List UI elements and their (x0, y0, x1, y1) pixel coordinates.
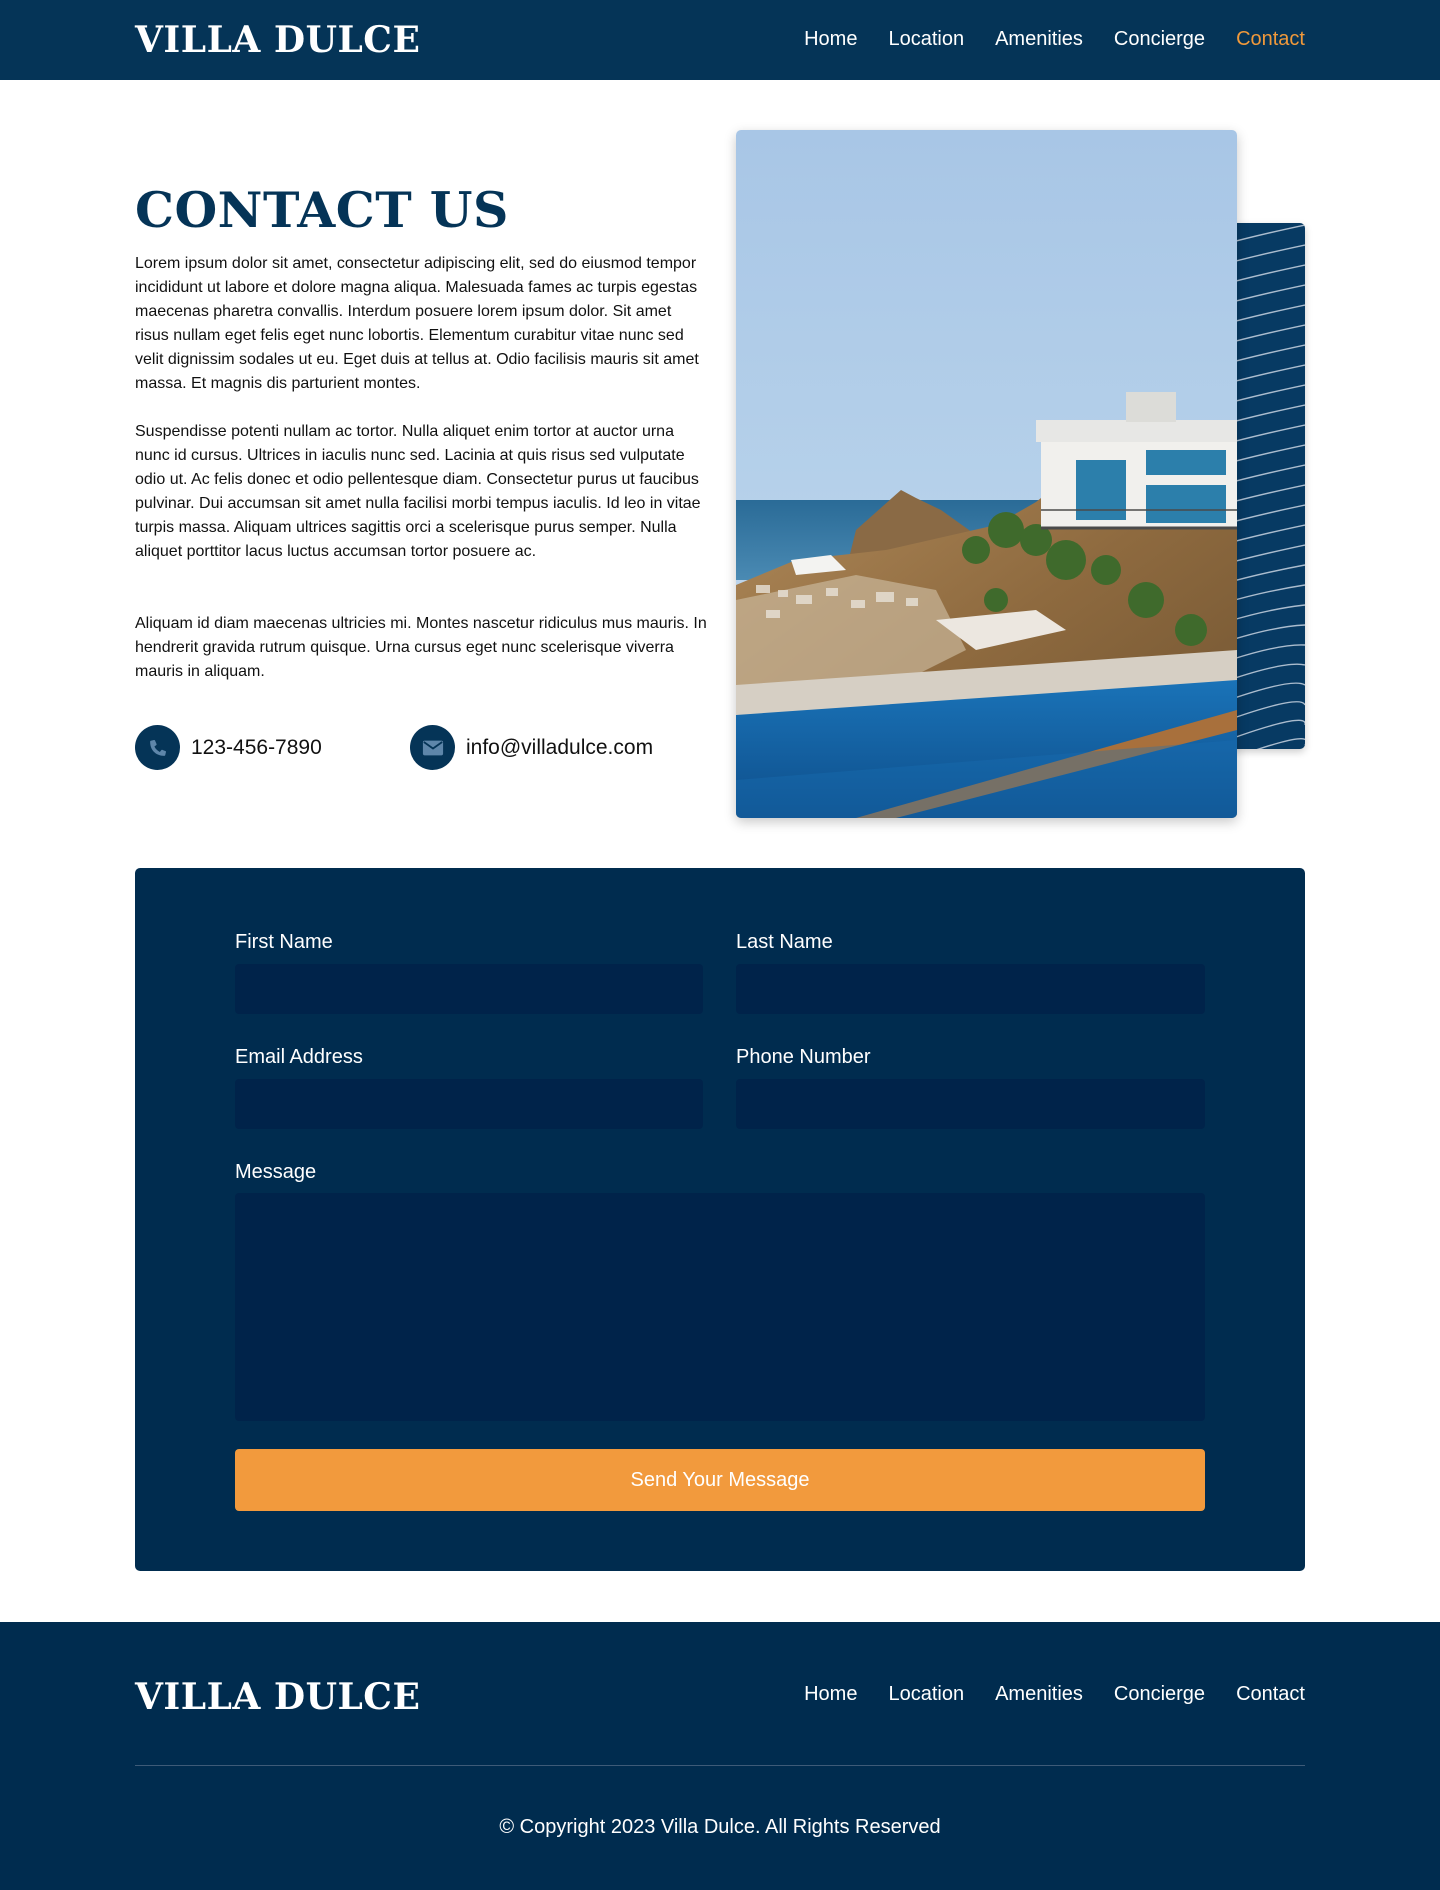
footer-link-amenities[interactable]: Amenities (995, 1682, 1083, 1706)
phone-number: 123-456-7890 (191, 735, 322, 759)
send-message-button[interactable]: Send Your Message (235, 1449, 1205, 1511)
phone-label: Phone Number (736, 1046, 871, 1068)
intro-paragraph-1: Lorem ipsum dolor sit amet, consectetur … (135, 255, 699, 392)
message-textarea[interactable] (235, 1193, 1205, 1421)
intro-paragraph-3: Aliquam id diam maecenas ultricies mi. M… (135, 615, 707, 680)
email-address: info@villadulce.com (466, 735, 654, 759)
footer-link-concierge[interactable]: Concierge (1114, 1682, 1205, 1706)
footer-link-contact[interactable]: Contact (1236, 1682, 1305, 1706)
phone-icon (135, 725, 180, 770)
phone-input[interactable] (736, 1079, 1205, 1129)
site-header: VILLA DULCE Home Location Amenities Conc… (0, 0, 1440, 80)
intro-paragraph-2: Suspendisse potenti nullam ac tortor. Nu… (135, 423, 701, 560)
first-name-label: First Name (235, 931, 333, 953)
phone-contact[interactable]: 123-456-7890 (135, 725, 322, 770)
last-name-input[interactable] (736, 964, 1205, 1014)
contact-form: First Name Last Name Email Address Phone… (135, 868, 1305, 1571)
message-label: Message (235, 1161, 317, 1183)
main-nav: Home Location Amenities Concierge Contac… (804, 27, 1305, 51)
nav-link-home[interactable]: Home (804, 27, 857, 51)
nav-link-contact[interactable]: Contact (1236, 27, 1305, 51)
email-input[interactable] (235, 1079, 703, 1129)
nav-link-location[interactable]: Location (888, 27, 964, 51)
site-footer: VILLA DULCE Home Location Amenities Conc… (0, 1622, 1440, 1890)
email-label: Email Address (235, 1046, 363, 1068)
footer-link-location[interactable]: Location (888, 1682, 964, 1706)
envelope-icon (410, 725, 455, 770)
copyright-text: © Copyright 2023 Villa Dulce. All Rights… (499, 1816, 941, 1838)
first-name-input[interactable] (235, 964, 703, 1014)
footer-logo[interactable]: VILLA DULCE (135, 1679, 420, 1715)
page-title: CONTACT US (135, 181, 509, 239)
email-contact[interactable]: info@villadulce.com (410, 725, 653, 770)
site-logo[interactable]: VILLA DULCE (135, 22, 420, 58)
footer-link-home[interactable]: Home (804, 1682, 857, 1706)
nav-link-amenities[interactable]: Amenities (995, 27, 1083, 51)
last-name-label: Last Name (736, 931, 833, 953)
nav-link-concierge[interactable]: Concierge (1114, 27, 1205, 51)
footer-nav: Home Location Amenities Concierge Contac… (804, 1682, 1305, 1706)
footer-divider (135, 1765, 1305, 1766)
villa-photo (736, 130, 1237, 818)
